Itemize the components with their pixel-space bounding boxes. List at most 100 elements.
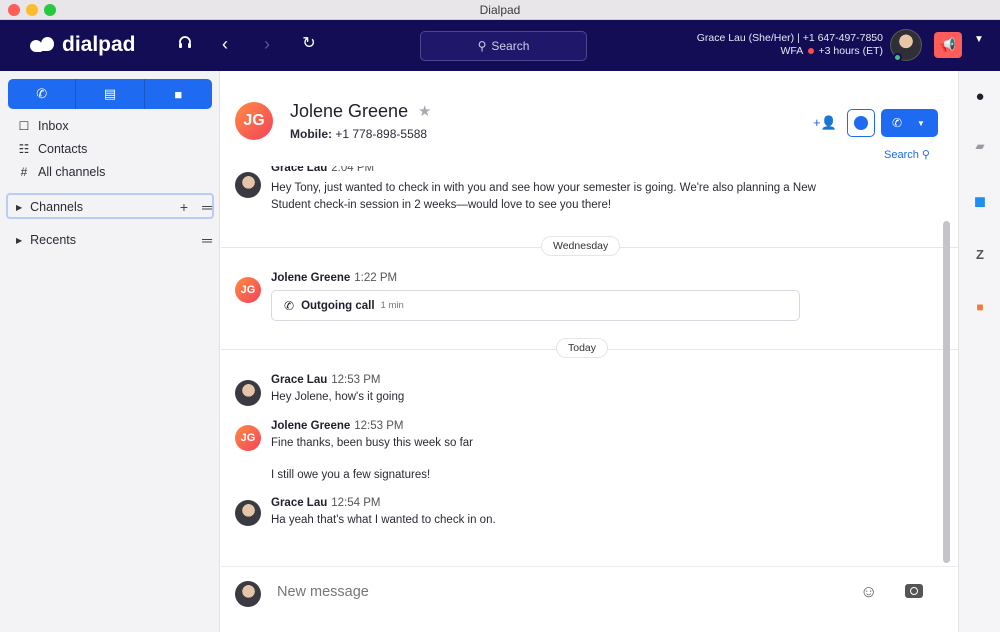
megaphone-icon: 📢: [939, 37, 957, 52]
record-icon: [854, 116, 868, 130]
right-rail: ● ▰ ◼ Z ■: [958, 71, 1000, 632]
call-log-card[interactable]: ✆ Outgoing call 1 min: [271, 290, 800, 321]
phone-number[interactable]: +1 778-898-5588: [335, 127, 427, 141]
avatar[interactable]: [235, 172, 261, 198]
window-title: Dialpad: [479, 3, 521, 17]
message-text: Hey Jolene, how's it going: [271, 391, 405, 403]
sender-name: Grace Lau: [271, 166, 328, 174]
camera-icon[interactable]: [905, 584, 923, 598]
inbox-icon: ☐: [18, 119, 30, 133]
add-contact-icon[interactable]: +👤: [813, 115, 837, 131]
call-type: Outgoing call: [301, 299, 375, 312]
message-composer: New message ☺: [221, 566, 958, 632]
message-time: 12:54 PM: [331, 497, 381, 509]
message-mode-button[interactable]: ▤: [75, 79, 143, 109]
top-header: dialpad ‹ › ↻ ⚲ Search Grace Lau (She/He…: [0, 20, 1000, 71]
new-message-input[interactable]: New message: [277, 584, 369, 600]
search-icon: ⚲: [477, 39, 487, 53]
message-header: Grace Lau 2:04 PM: [271, 166, 374, 174]
video-mode-button[interactable]: ■: [143, 79, 212, 109]
message-text: Ha yeah that's what I wanted to check in…: [271, 514, 496, 526]
work-location: WFA: [780, 45, 803, 57]
message-time: 12:53 PM: [354, 420, 404, 432]
contacts-icon: ☷: [18, 142, 30, 156]
message-text: I still owe you a few signatures!: [271, 469, 431, 481]
emoji-icon[interactable]: ☺: [860, 582, 877, 602]
action-segmented-control: ✆ ▤ ■: [8, 79, 212, 109]
contact-name[interactable]: Jolene Greene: [290, 101, 408, 122]
reorder-icon[interactable]: ═: [202, 232, 212, 248]
user-status-info[interactable]: Grace Lau (She/Her) | +1 647-497-7850 WF…: [697, 32, 883, 58]
contact-avatar[interactable]: JG: [235, 102, 273, 140]
online-status-dot: [893, 53, 902, 62]
avatar[interactable]: [235, 500, 261, 526]
sender-name: Jolene Greene: [271, 420, 351, 432]
add-channel-icon[interactable]: +: [180, 199, 188, 215]
phone-icon: ✆: [891, 116, 903, 130]
video-icon: ■: [174, 86, 183, 102]
hubspot-icon[interactable]: ■: [959, 300, 1000, 314]
sidebar-item-label: All channels: [38, 165, 106, 179]
search-icon: ⚲: [921, 149, 930, 161]
flag-icon: [807, 48, 814, 54]
salesforce-icon[interactable]: ◼: [959, 192, 1000, 210]
call-duration: 1 min: [380, 300, 404, 311]
sidebar-item-inbox[interactable]: ☐ Inbox: [16, 119, 69, 133]
message-header: Jolene Greene 12:53 PM: [271, 420, 404, 432]
chat-icon: ▤: [103, 86, 117, 101]
favorite-star-icon[interactable]: ★: [418, 102, 431, 120]
chevron-down-icon[interactable]: ▼: [917, 119, 925, 128]
refresh-icon[interactable]: ↻: [298, 33, 320, 55]
caret-right-icon: ▶: [16, 202, 23, 212]
sidebar-group-recents[interactable]: ▶ Recents ═: [16, 232, 212, 248]
logo-text: dialpad: [62, 33, 136, 56]
headset-icon[interactable]: [174, 33, 196, 55]
sender-name: Grace Lau: [271, 374, 328, 386]
day-label: Wednesday: [541, 236, 621, 256]
left-sidebar: ✆ ▤ ■ ☐ Inbox ☷ Contacts # All channels …: [0, 71, 220, 632]
reorder-icon[interactable]: ═: [202, 199, 212, 215]
message-header: Grace Lau 12:54 PM: [271, 497, 380, 509]
message-time: 1:22 PM: [354, 272, 398, 284]
message-header: Jolene Greene 1:22 PM: [271, 272, 397, 284]
conversation-panel: JG Jolene Greene ★ Mobile: +1 778-898-55…: [221, 71, 958, 632]
day-label: Today: [556, 338, 609, 358]
call-button[interactable]: ✆ ▼: [881, 109, 938, 137]
chevron-down-icon[interactable]: ▼: [974, 34, 984, 45]
forward-icon[interactable]: ›: [256, 33, 278, 55]
message-text: Fine thanks, been busy this week so far: [271, 437, 473, 449]
avatar: [235, 581, 261, 607]
message-time: 2:04 PM: [331, 166, 375, 174]
user-name-phone: Grace Lau (She/Her) | +1 647-497-7850: [696, 32, 883, 44]
message-header: Grace Lau 12:53 PM: [271, 374, 380, 386]
contact-profile-icon[interactable]: ●: [959, 88, 1000, 105]
outgoing-call-icon: ✆: [284, 298, 295, 313]
contact-phone: Mobile: +1 778-898-5588: [290, 127, 427, 141]
message-text: Hey Tony, just wanted to check in with y…: [271, 180, 816, 214]
record-button[interactable]: [847, 109, 875, 137]
avatar[interactable]: [235, 380, 261, 406]
window-titlebar: Dialpad: [0, 0, 1000, 20]
dialpad-logo[interactable]: dialpad: [30, 33, 136, 57]
zendesk-icon[interactable]: Z: [959, 247, 1000, 262]
conversation-search-link[interactable]: Search ⚲: [884, 148, 930, 161]
tag-icon[interactable]: ▰: [959, 139, 1000, 153]
sidebar-item-contacts[interactable]: ☷ Contacts: [16, 142, 88, 156]
hash-icon: #: [20, 165, 28, 179]
group-label: Channels: [30, 200, 83, 214]
global-search-input[interactable]: ⚲ Search: [420, 31, 587, 61]
group-label: Recents: [30, 233, 77, 247]
message-feed: Grace Lau 2:04 PM Hey Tony, just wanted t…: [221, 166, 958, 566]
caret-right-icon: ▶: [16, 235, 23, 245]
feed-scrollbar[interactable]: [943, 221, 950, 563]
avatar[interactable]: JG: [235, 277, 261, 303]
back-icon[interactable]: ‹: [214, 33, 236, 55]
sidebar-item-label: Inbox: [38, 119, 69, 133]
call-mode-button[interactable]: ✆: [8, 79, 75, 109]
sidebar-group-channels[interactable]: ▶ Channels + ═: [16, 199, 212, 215]
sender-name: Jolene Greene: [271, 272, 351, 284]
time-offset: +3 hours (ET): [818, 45, 883, 57]
sidebar-item-all-channels[interactable]: # All channels: [16, 165, 106, 179]
avatar[interactable]: JG: [235, 425, 261, 451]
announcement-button[interactable]: 📢: [934, 32, 962, 58]
